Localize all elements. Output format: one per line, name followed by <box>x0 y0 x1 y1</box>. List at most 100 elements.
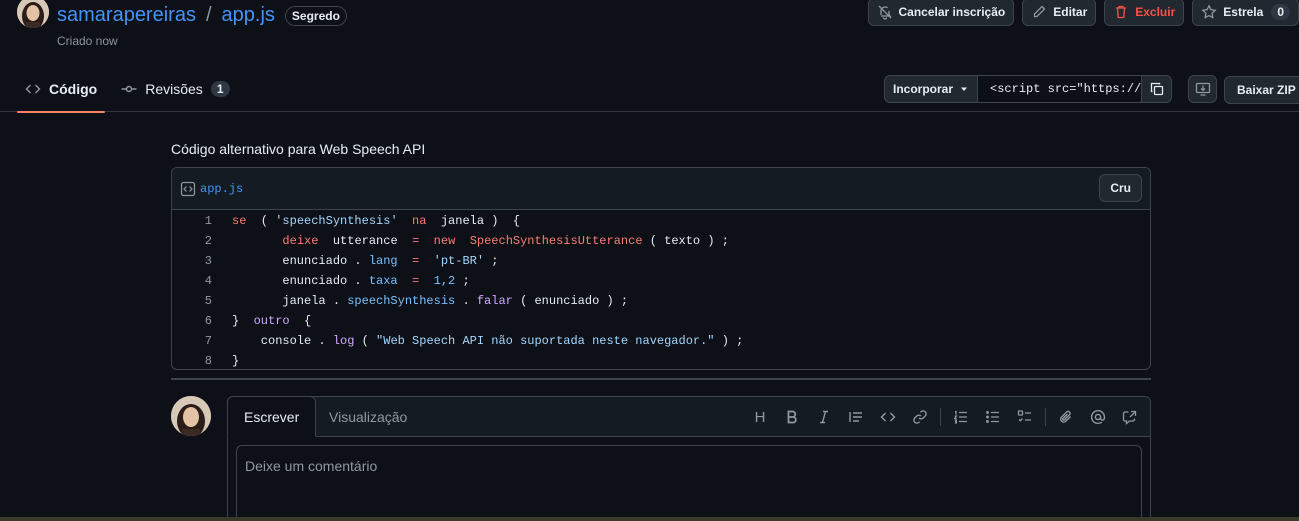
timeline-divider <box>171 378 1151 380</box>
attach-button[interactable] <box>1050 401 1082 433</box>
file-header: app.js Cru <box>172 168 1150 210</box>
task-list-button[interactable] <box>1009 401 1041 433</box>
line-code: enunciado . taxa = 1,2 ; <box>232 274 470 288</box>
quote-icon <box>849 412 862 422</box>
tab-write[interactable]: Escrever <box>227 396 317 437</box>
link-button[interactable] <box>904 401 936 433</box>
delete-button[interactable]: Excluir <box>1104 0 1185 26</box>
code-line: 8} <box>172 351 1150 369</box>
unordered-list-button[interactable] <box>977 401 1009 433</box>
desktop-download-icon <box>1195 82 1210 96</box>
commenter-avatar[interactable] <box>171 396 211 436</box>
line-number[interactable]: 7 <box>172 334 212 348</box>
bold-icon <box>787 410 797 424</box>
open-desktop-button[interactable] <box>1188 75 1217 103</box>
mention-button[interactable] <box>1082 401 1114 433</box>
cross-reference-icon <box>1122 410 1137 425</box>
quote-button[interactable] <box>840 401 872 433</box>
line-code: console . log ( "Web Speech API não supo… <box>232 334 744 348</box>
tab-revisions-label: Revisões <box>145 81 203 97</box>
reference-button[interactable] <box>1114 401 1146 433</box>
italic-icon <box>820 410 828 424</box>
gist-header: samarapereiras / app.js Segredo Criado n… <box>0 0 1299 113</box>
embed-code-input[interactable]: <script src="https://g <box>977 75 1143 103</box>
line-number[interactable]: 6 <box>172 314 212 328</box>
link-icon <box>913 410 927 424</box>
file-name-link[interactable]: app.js <box>200 182 243 196</box>
line-number[interactable]: 8 <box>172 354 212 368</box>
embed-select-label: Incorporar <box>893 82 954 96</box>
delete-label: Excluir <box>1135 5 1176 19</box>
unsubscribe-button[interactable]: Cancelar inscrição <box>867 0 1015 26</box>
bottom-edge <box>0 517 1299 521</box>
star-icon <box>1201 4 1217 19</box>
embed-select[interactable]: Incorporar <box>884 75 978 103</box>
code-line: 7 console . log ( "Web Speech API não su… <box>172 331 1150 351</box>
line-code: janela . speechSynthesis . falar ( enunc… <box>232 294 629 308</box>
title-separator: / <box>205 4 212 26</box>
comment-textarea[interactable]: Deixe um comentário <box>236 445 1142 521</box>
line-code: } <box>232 354 240 368</box>
triangle-down-icon <box>961 87 968 91</box>
code-icon <box>880 412 896 422</box>
unsubscribe-label: Cancelar inscrição <box>898 5 1006 19</box>
git-commit-icon <box>121 85 137 93</box>
tab-code-label: Código <box>49 81 98 97</box>
gist-description: Código alternativo para Web Speech API <box>171 141 426 157</box>
list-ordered-icon <box>953 410 967 424</box>
gist-filename-link[interactable]: app.js <box>222 4 275 27</box>
paperclip-icon <box>1060 410 1071 423</box>
bold-button[interactable] <box>776 401 808 433</box>
line-code: } outro { <box>232 314 312 328</box>
edit-label: Editar <box>1053 5 1088 19</box>
tab-preview[interactable]: Visualização <box>313 396 423 437</box>
star-label: Estrela <box>1223 5 1264 19</box>
created-timestamp: Criado now <box>57 34 118 48</box>
code-line: 2 deixe utterance = new SpeechSynthesisU… <box>172 231 1150 251</box>
revisions-counter: 1 <box>210 81 230 97</box>
code-view: 1 se ( 'speechSynthesis' na janela ) { 2 … <box>172 210 1150 369</box>
star-button[interactable]: Estrela 0 <box>1192 0 1299 26</box>
tasklist-icon <box>1017 410 1031 422</box>
copy-embed-button[interactable] <box>1142 75 1173 103</box>
code-line: 3 enunciado . lang = 'pt-BR' ; <box>172 251 1150 271</box>
tab-code[interactable]: Código <box>17 66 106 113</box>
line-number[interactable]: 5 <box>172 294 212 308</box>
code-icon <box>25 84 41 94</box>
line-code: enunciado . lang = 'pt-BR' ; <box>232 254 499 268</box>
pencil-icon <box>1034 5 1046 18</box>
raw-button[interactable]: Cru <box>1099 174 1142 202</box>
heading-button[interactable]: H <box>744 401 776 433</box>
toolbar-separator <box>940 408 941 426</box>
owner-link[interactable]: samarapereiras <box>57 4 196 27</box>
code-line: 5 janela . speechSynthesis . falar ( enu… <box>172 291 1150 311</box>
markdown-toolbar: H <box>744 397 1146 437</box>
ordered-list-button[interactable] <box>945 401 977 433</box>
gist-title: samarapereiras / app.js Segredo <box>57 4 347 27</box>
line-number[interactable]: 4 <box>172 274 212 288</box>
line-number[interactable]: 1 <box>172 214 212 228</box>
code-line: 4 enunciado . taxa = 1,2 ; <box>172 271 1150 291</box>
star-count: 0 <box>1271 4 1290 20</box>
line-number[interactable]: 3 <box>172 254 212 268</box>
line-code: deixe utterance = new SpeechSynthesisUtt… <box>282 234 729 248</box>
code-button[interactable] <box>872 401 904 433</box>
download-zip-button[interactable]: Baixar ZIP <box>1224 76 1299 104</box>
italic-button[interactable] <box>808 401 840 433</box>
edit-button[interactable]: Editar <box>1022 0 1097 26</box>
heading-icon: H <box>754 408 766 426</box>
toolbar-separator <box>1045 408 1046 426</box>
line-number[interactable]: 2 <box>172 234 212 248</box>
code-line: 6 } outro { <box>172 311 1150 331</box>
code-line: 1 se ( 'speechSynthesis' na janela ) { <box>172 211 1150 231</box>
comment-form-header: Escrever Visualização H <box>227 396 1150 437</box>
file-code-icon <box>180 181 196 196</box>
owner-avatar[interactable] <box>17 0 49 28</box>
file-container: app.js Cru 1 se ( 'speechSynthesis' na ja… <box>171 167 1151 370</box>
mention-icon <box>1090 409 1106 425</box>
tab-revisions[interactable]: Revisões 1 <box>113 66 237 112</box>
list-unordered-icon <box>986 411 999 423</box>
gist-actions: Cancelar inscrição Editar Excluir Estrel… <box>867 0 1299 26</box>
line-code: se ( 'speechSynthesis' na janela ) { <box>232 214 521 228</box>
bell-slash-icon <box>878 5 892 20</box>
